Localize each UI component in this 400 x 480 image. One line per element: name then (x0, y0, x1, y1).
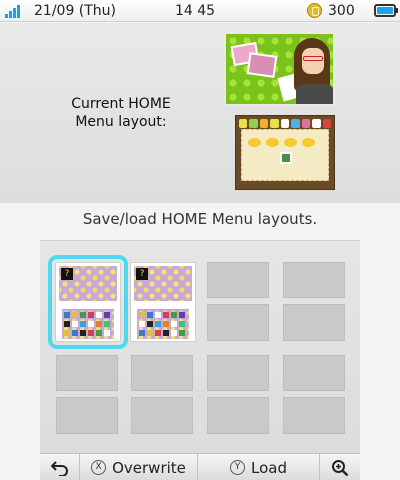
x-button-icon: X (91, 460, 107, 475)
layout-slot-3[interactable] (204, 262, 270, 342)
layout-slot-7[interactable] (204, 355, 270, 435)
signal-icon (5, 5, 21, 18)
layout-slot-5[interactable] (53, 355, 119, 435)
zoom-button[interactable] (320, 454, 360, 480)
back-arrow-icon (50, 460, 68, 476)
layout-slot-2[interactable]: ? (130, 262, 196, 342)
bottom-toolbar: X Overwrite Y Load (40, 453, 360, 480)
left-gutter (0, 240, 40, 480)
play-coin-icon (307, 3, 322, 18)
status-bar: 21/09 (Thu) 14 45 300 (0, 0, 400, 22)
top-screen: Current HOME Menu layout: (0, 23, 400, 203)
battery-icon (374, 4, 398, 17)
load-label: Load (251, 458, 287, 477)
back-button[interactable] (40, 454, 80, 480)
layout-slot-8[interactable] (280, 355, 346, 435)
layout-slot-4[interactable] (280, 262, 346, 342)
layout-slot-6[interactable] (128, 355, 194, 435)
status-time: 14 45 (175, 3, 216, 19)
overwrite-label: Overwrite (112, 458, 186, 477)
right-gutter (360, 240, 400, 480)
theme-badge-icon: ? (61, 268, 73, 280)
current-top-screen-preview (224, 32, 335, 106)
zoom-in-icon (332, 459, 349, 476)
instruction-text: Save/load HOME Menu layouts. (82, 210, 318, 228)
y-button-icon: Y (230, 460, 245, 475)
theme-badge-icon: ? (136, 268, 148, 280)
status-date: 21/09 (Thu) (34, 3, 117, 19)
play-coin-count: 300 (328, 3, 355, 19)
current-bottom-screen-preview (235, 115, 335, 190)
layout-slot-1[interactable]: ? (48, 255, 128, 349)
load-button[interactable]: Y Load (198, 454, 320, 480)
current-layout-label: Current HOME Menu layout: (71, 96, 171, 130)
overwrite-button[interactable]: X Overwrite (80, 454, 198, 480)
layout-grid: ? ? (40, 240, 360, 454)
